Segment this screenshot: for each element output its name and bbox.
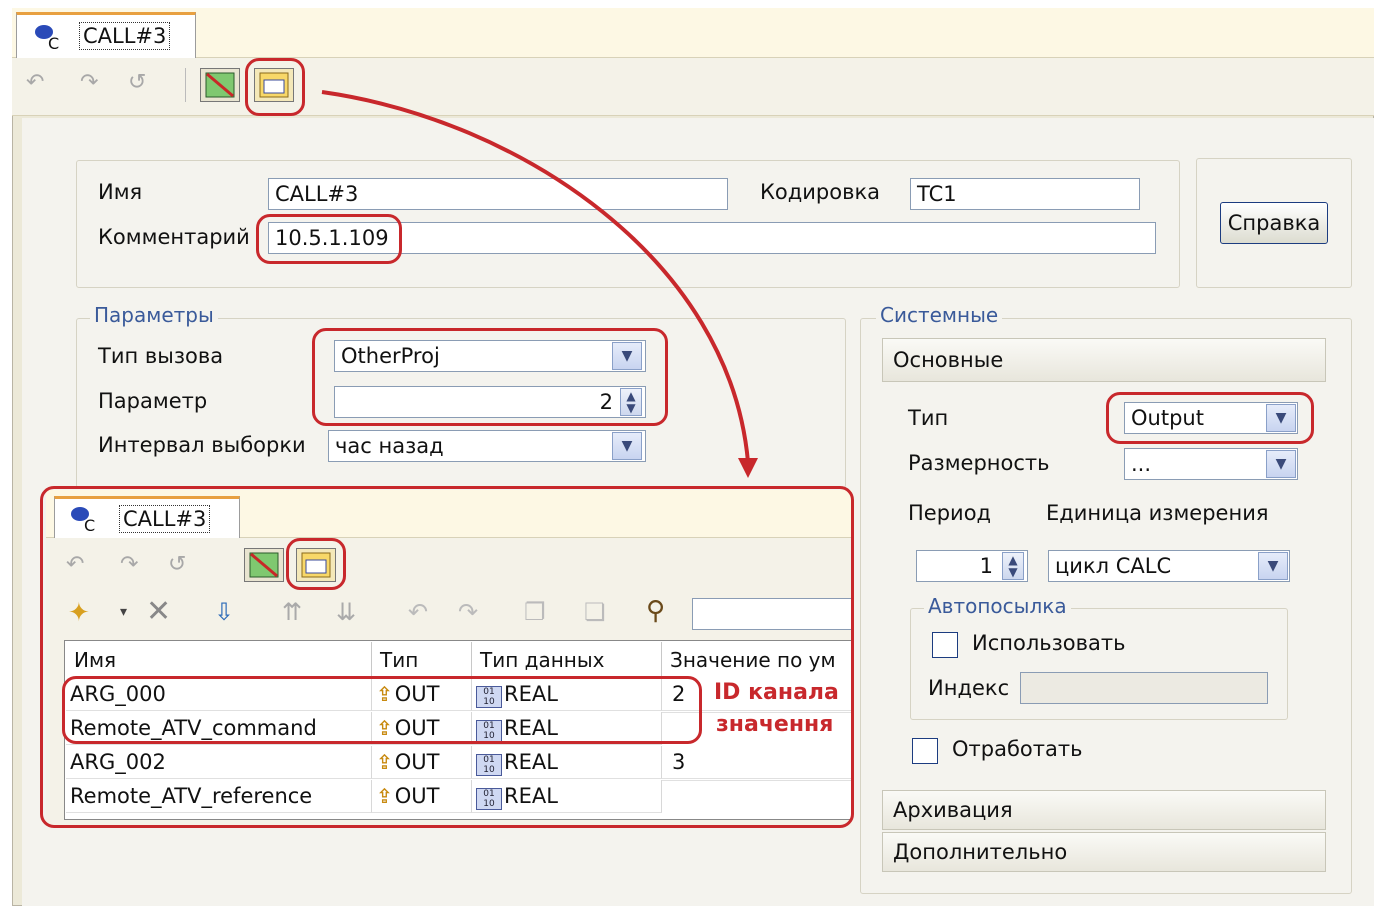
annotation-arrow <box>321 90 758 478</box>
